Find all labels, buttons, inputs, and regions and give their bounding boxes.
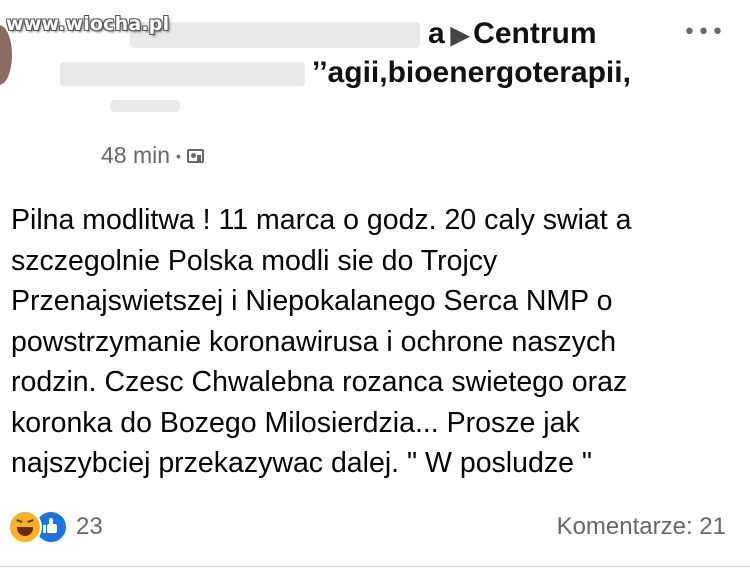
redacted-name bbox=[110, 100, 180, 112]
author-name-fragment[interactable]: a bbox=[428, 17, 445, 50]
group-name-continued[interactable]: ’’agii,bioenergoterapii, bbox=[312, 56, 631, 90]
triangle-right-icon: ▶ bbox=[450, 22, 470, 49]
haha-icon bbox=[8, 510, 42, 544]
post-meta: 48 min • bbox=[101, 142, 204, 169]
reaction-count[interactable]: 23 bbox=[76, 513, 103, 541]
post-text: Pilna modlitwa ! 11 marca o godz. 20 cal… bbox=[11, 204, 632, 479]
reactions-summary[interactable]: 23 bbox=[8, 510, 103, 544]
photo-icon bbox=[186, 148, 204, 163]
separator: • bbox=[176, 147, 181, 164]
watermark: www.wiocha.pl bbox=[6, 13, 170, 35]
redacted-name bbox=[130, 22, 420, 48]
post-time[interactable]: 48 min bbox=[101, 142, 170, 169]
group-name[interactable]: Centrum bbox=[473, 17, 596, 50]
comments-count[interactable]: Komentarze: 21 bbox=[557, 513, 726, 541]
redacted-name bbox=[60, 62, 305, 86]
divider bbox=[0, 566, 750, 567]
post-header-line1: a ▶ Centrum bbox=[428, 17, 597, 51]
more-horizontal-icon[interactable]: ••• bbox=[683, 20, 725, 45]
